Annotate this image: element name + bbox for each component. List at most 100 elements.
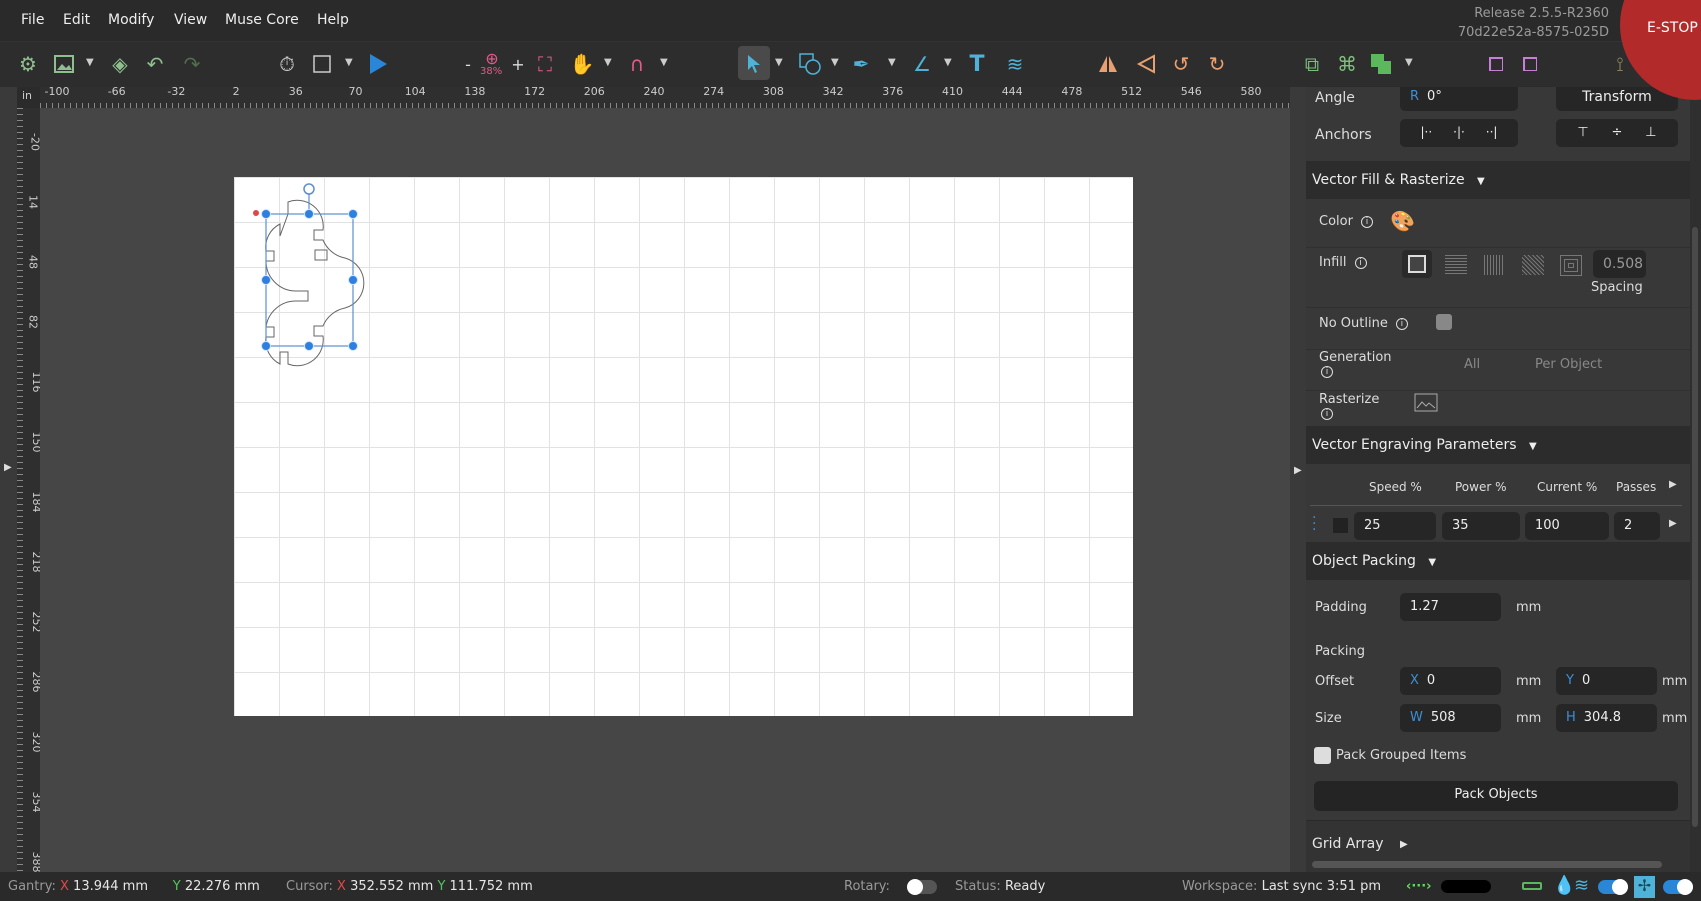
resize-handle-sw[interactable]	[261, 341, 271, 351]
panel-vertical-scrollbar[interactable]	[1690, 87, 1701, 872]
generation-all-option[interactable]: All	[1464, 357, 1480, 372]
padding-input[interactable]: 1.27	[1400, 593, 1501, 621]
bring-forward-icon[interactable]: ⧠	[1482, 50, 1510, 78]
infill-horizontal-option[interactable]	[1445, 255, 1467, 275]
undo-icon[interactable]: ↶	[141, 50, 169, 78]
info-icon[interactable]: i	[1354, 256, 1367, 269]
image-dropdown-icon[interactable]: ▼	[86, 57, 94, 68]
fan-toggle[interactable]	[1663, 879, 1693, 895]
timer-icon[interactable]: ⏱	[273, 50, 301, 78]
speed-input[interactable]: 25	[1354, 512, 1436, 540]
hand-icon[interactable]: ✋	[568, 50, 596, 78]
magnet-icon[interactable]: ∩	[623, 50, 651, 78]
info-icon[interactable]: i	[1321, 365, 1333, 378]
menu-file[interactable]: File	[21, 12, 44, 28]
offset-y-input[interactable]: Y0	[1556, 667, 1657, 695]
row-expand-icon[interactable]: ▶	[1669, 518, 1677, 529]
collapse-panel-icon[interactable]: ▶	[1294, 465, 1302, 476]
pen-dropdown-icon[interactable]: ▼	[888, 57, 896, 68]
send-backward-icon[interactable]: ⧠	[1516, 50, 1544, 78]
pack-objects-button[interactable]: Pack Objects	[1314, 781, 1678, 811]
grid-array-header[interactable]: Grid Array ▶	[1306, 821, 1690, 872]
expand-left-icon[interactable]: ▶	[4, 462, 12, 473]
anchor-top-icon[interactable]: ⊤	[1577, 125, 1588, 141]
play-icon[interactable]	[364, 50, 392, 78]
mirror-v-icon[interactable]	[1132, 50, 1160, 78]
power-input[interactable]: 35	[1442, 512, 1520, 540]
anchor-middle-v-icon[interactable]: ÷	[1612, 125, 1623, 141]
frame-icon[interactable]	[308, 50, 336, 78]
current-input[interactable]: 100	[1525, 512, 1609, 540]
layers-icon[interactable]: ◈	[106, 50, 134, 78]
scroll-columns-right-icon[interactable]: ▶	[1669, 479, 1677, 490]
menu-help[interactable]: Help	[317, 12, 349, 28]
fan-icon[interactable]: ✢	[1634, 876, 1655, 898]
resize-handle-s[interactable]	[304, 341, 314, 351]
shape-dropdown-icon[interactable]: ▼	[831, 57, 839, 68]
mirror-h-icon[interactable]	[1094, 50, 1122, 78]
layer-color-swatch[interactable]	[1333, 518, 1348, 533]
canvas[interactable]	[40, 108, 1290, 872]
resize-handle-nw[interactable]	[261, 209, 271, 219]
rotary-toggle[interactable]	[907, 879, 937, 895]
text-icon[interactable]: T	[963, 50, 991, 78]
infill-solid-option[interactable]	[1402, 250, 1432, 278]
hand-dropdown-icon[interactable]: ▼	[604, 57, 612, 68]
air-assist-toggle[interactable]	[1598, 879, 1628, 895]
fit-icon[interactable]: ⛶	[531, 50, 559, 78]
boolean-dropdown-icon[interactable]: ▼	[1405, 57, 1413, 68]
anchor-left-icon[interactable]: |··	[1420, 125, 1432, 141]
anchor-bottom-icon[interactable]: ⊥	[1645, 125, 1656, 141]
rasterize-image-icon[interactable]	[1414, 393, 1438, 417]
info-icon[interactable]: i	[1395, 317, 1408, 330]
image-icon[interactable]	[50, 50, 78, 78]
ungroup-icon[interactable]: ⌘	[1333, 50, 1361, 78]
palette-icon[interactable]: 🎨	[1390, 209, 1415, 233]
infill-vertical-option[interactable]	[1484, 255, 1505, 275]
engrave-icon[interactable]: ≋	[1001, 50, 1029, 78]
menu-muse-core[interactable]: Muse Core	[225, 12, 299, 28]
zoom-in-button[interactable]: +	[504, 50, 532, 78]
boolean-icon[interactable]	[1367, 50, 1395, 78]
resize-handle-w[interactable]	[261, 275, 271, 285]
resize-handle-e[interactable]	[348, 275, 358, 285]
anchor-center-h-icon[interactable]: ·|·	[1453, 125, 1465, 141]
pen-icon[interactable]: ✒	[847, 50, 875, 78]
resize-handle-ne[interactable]	[348, 209, 358, 219]
resize-handle-n[interactable]	[304, 209, 314, 219]
size-w-input[interactable]: W 508	[1400, 704, 1501, 732]
angle-input[interactable]: R 0°	[1400, 87, 1518, 111]
rotate-right-icon[interactable]: ↻	[1203, 50, 1231, 78]
infill-offset-option[interactable]	[1560, 255, 1582, 276]
air-assist-icon[interactable]: ≋	[1574, 875, 1589, 896]
offset-x-input[interactable]: X0	[1400, 667, 1501, 695]
pack-grouped-checkbox[interactable]	[1314, 747, 1331, 764]
laser-tube-icon[interactable]	[1522, 882, 1542, 890]
drag-handle-icon[interactable]: · · ·	[1312, 511, 1316, 537]
infill-diagonal-option[interactable]	[1522, 255, 1544, 275]
select-dropdown-icon[interactable]: ▼	[775, 57, 783, 68]
group-icon[interactable]: ⧉	[1298, 50, 1326, 78]
line-icon[interactable]: ∠	[908, 50, 936, 78]
menu-edit[interactable]: Edit	[63, 12, 90, 28]
menu-modify[interactable]: Modify	[108, 12, 154, 28]
size-h-input[interactable]: H 304.8	[1556, 704, 1657, 732]
spacing-input[interactable]: 0.508	[1593, 250, 1646, 278]
no-outline-checkbox[interactable]	[1436, 314, 1452, 330]
shape-icon[interactable]	[796, 50, 824, 78]
redo-icon[interactable]: ↷	[178, 50, 206, 78]
rotate-handle[interactable]	[303, 183, 315, 195]
water-icon[interactable]: 💧	[1553, 875, 1575, 896]
panel-horizontal-scrollbar[interactable]	[1312, 861, 1662, 868]
generation-per-object-option[interactable]: Per Object	[1535, 357, 1602, 372]
connection-icon[interactable]: ‹···›	[1406, 879, 1432, 894]
rotate-left-icon[interactable]: ↺	[1167, 50, 1195, 78]
select-icon[interactable]	[740, 50, 768, 78]
info-icon[interactable]: i	[1321, 407, 1333, 420]
line-dropdown-icon[interactable]: ▼	[944, 57, 952, 68]
selected-shape[interactable]	[40, 108, 1290, 872]
frame-dropdown-icon[interactable]: ▼	[345, 57, 353, 68]
menu-view[interactable]: View	[174, 12, 207, 28]
magnet-dropdown-icon[interactable]: ▼	[660, 57, 668, 68]
object-packing-header[interactable]: Object Packing ▼	[1306, 542, 1690, 580]
